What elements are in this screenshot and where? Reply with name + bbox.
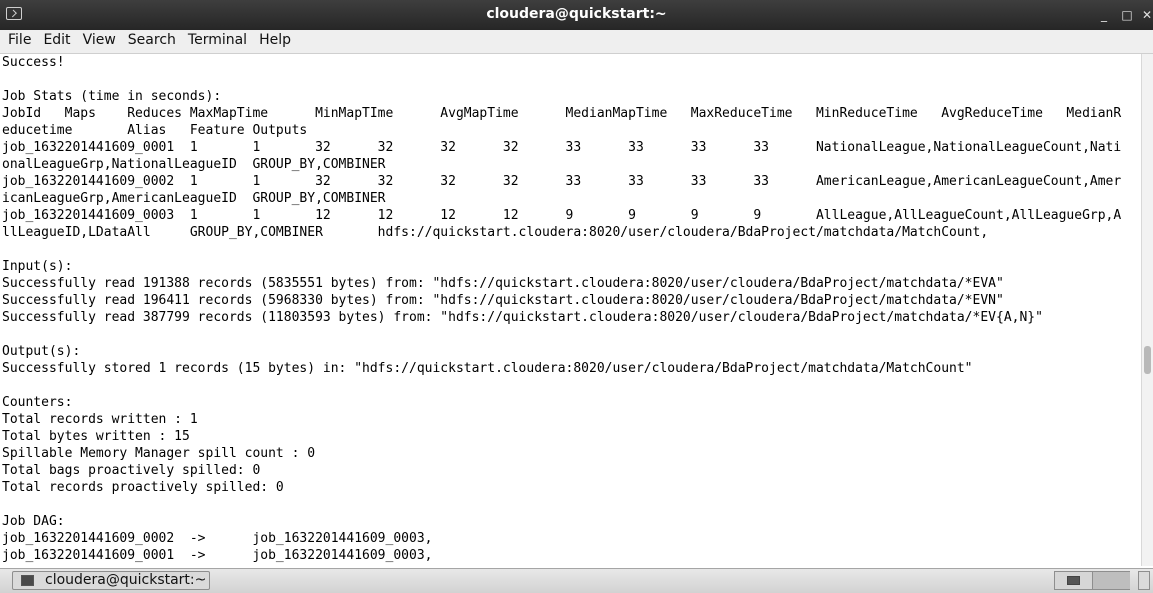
menu-edit[interactable]: Edit	[37, 30, 76, 51]
terminal-line: llLeagueID,LDataAll GROUP_BY,COMBINER hd…	[2, 225, 989, 240]
terminal-line: icanLeagueGrp,AmericanLeagueID GROUP_BY,…	[2, 191, 386, 206]
terminal-line: educetime Alias Feature Outputs	[2, 123, 308, 138]
taskbar-window-button[interactable]: cloudera@quickstart:~	[12, 571, 210, 590]
terminal-line: job_1632201441609_0001 1 1 32 32 32 32 3…	[2, 140, 1122, 155]
terminal-line: job_1632201441609_0002 1 1 32 32 32 32 3…	[2, 174, 1122, 189]
menu-search[interactable]: Search	[122, 30, 182, 51]
window-title: cloudera@quickstart:~	[486, 6, 667, 22]
terminal-line: Successfully read 191388 records (583555…	[2, 276, 1004, 291]
menu-terminal[interactable]: Terminal	[182, 30, 253, 51]
workspace-switcher[interactable]	[1054, 571, 1130, 590]
terminal-line: Spillable Memory Manager spill count : 0	[2, 446, 316, 461]
terminal-line: Total records proactively spilled: 0	[2, 480, 284, 495]
menu-view[interactable]: View	[77, 30, 122, 51]
close-button[interactable]: ✕	[1136, 4, 1153, 26]
terminal-line: Successfully stored 1 records (15 bytes)…	[2, 361, 973, 376]
terminal-line: job_1632201441609_0002 -> job_1632201441…	[2, 531, 433, 546]
window-titlebar[interactable]: cloudera@quickstart:~ _ □ ✕	[0, 0, 1153, 31]
terminal-line: JobId Maps Reduces MaxMapTime MinMapTIme…	[2, 106, 1122, 121]
terminal-line: Success!	[2, 55, 65, 70]
terminal-output[interactable]: Success! Job Stats (time in seconds): JobI…	[0, 54, 1141, 566]
workspace-window-icon	[1067, 576, 1080, 585]
scrollbar-thumb[interactable]	[1144, 346, 1151, 374]
terminal-line: Job DAG:	[2, 514, 65, 529]
terminal-line: job_1632201441609_0001 -> job_1632201441…	[2, 548, 433, 563]
terminal-line: Successfully read 387799 records (118035…	[2, 310, 1043, 325]
menubar: File Edit View Search Terminal Help	[0, 30, 1153, 54]
terminal-line: Input(s):	[2, 259, 73, 274]
terminal-line: Job Stats (time in seconds):	[2, 89, 222, 104]
terminal-line: Counters:	[2, 395, 73, 410]
terminal-line: job_1632201441609_0003 1 1 12 12 12 12 9…	[2, 208, 1122, 223]
menu-help[interactable]: Help	[253, 30, 297, 51]
terminal-line: Successfully read 196411 records (596833…	[2, 293, 1004, 308]
minimize-button[interactable]: _	[1093, 4, 1115, 26]
workspace-1[interactable]	[1055, 572, 1093, 589]
terminal-line: Total bags proactively spilled: 0	[2, 463, 261, 478]
taskbar: cloudera@quickstart:~	[0, 568, 1153, 593]
notification-area[interactable]	[1138, 571, 1150, 590]
maximize-button[interactable]: □	[1116, 4, 1138, 26]
workspace-2[interactable]	[1093, 572, 1130, 589]
terminal-line: Total bytes written : 15	[2, 429, 190, 444]
terminal-line: Total records written : 1	[2, 412, 198, 427]
vertical-scrollbar[interactable]	[1141, 54, 1153, 566]
terminal-line: onalLeagueGrp,NationalLeagueID GROUP_BY,…	[2, 157, 386, 172]
terminal-line: Output(s):	[2, 344, 81, 359]
taskbar-window-label: cloudera@quickstart:~	[45, 572, 207, 588]
terminal-icon	[21, 575, 34, 586]
menu-file[interactable]: File	[2, 30, 37, 51]
